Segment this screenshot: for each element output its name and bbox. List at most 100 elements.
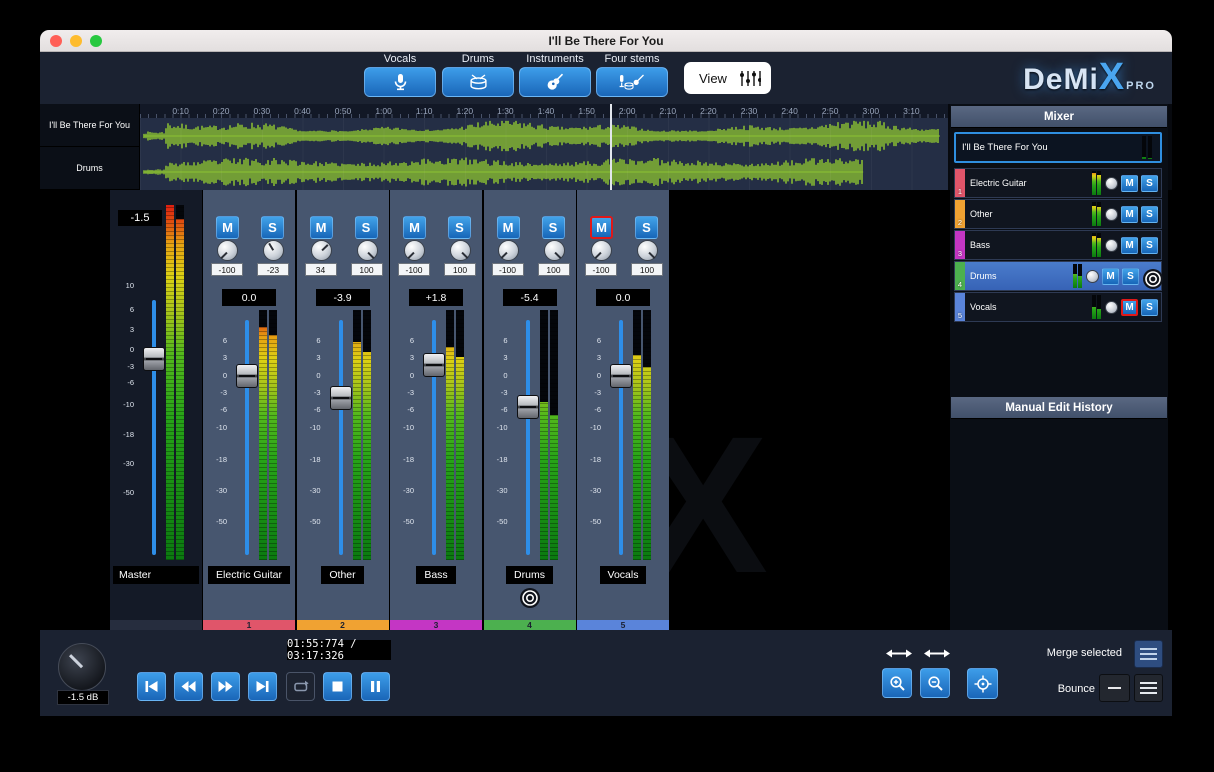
master-fader-track[interactable] xyxy=(152,300,156,555)
channel-gain-readout[interactable]: 0.0 xyxy=(596,289,650,306)
zoom-in-button[interactable] xyxy=(882,668,912,698)
track-pan-knob[interactable] xyxy=(1105,301,1118,314)
minimize-window-button[interactable] xyxy=(70,35,82,47)
channel-fader-track[interactable] xyxy=(339,320,343,555)
channel-gain-readout[interactable]: 0.0 xyxy=(222,289,276,306)
close-window-button[interactable] xyxy=(50,35,62,47)
track-level-meter xyxy=(1092,171,1096,195)
playhead[interactable] xyxy=(610,104,612,190)
timeline-track-name-song[interactable]: I'll Be There For You xyxy=(40,104,140,147)
skip-to-start-button[interactable] xyxy=(137,672,166,701)
mute-button[interactable]: M xyxy=(590,216,613,239)
panel-master-row[interactable]: I'll Be There For You xyxy=(954,132,1162,163)
fader-scale-label: 3 xyxy=(110,325,134,334)
mute-button[interactable]: M xyxy=(216,216,239,239)
bounce-remove-button[interactable] xyxy=(1099,674,1130,702)
track-pan-knob[interactable] xyxy=(1105,239,1118,252)
master-gain-readout[interactable]: -1.5 xyxy=(118,210,162,226)
drums-icon xyxy=(469,74,488,91)
channel-fader-handle[interactable] xyxy=(330,386,352,410)
focus-target-icon[interactable] xyxy=(519,587,541,609)
track-solo-button[interactable]: S xyxy=(1141,299,1158,316)
panel-track-row-bass[interactable]: 3BassMS xyxy=(954,230,1162,260)
master-volume-knob[interactable] xyxy=(58,643,106,691)
track-mute-button[interactable]: M xyxy=(1121,175,1138,192)
track-mute-button[interactable]: M xyxy=(1121,237,1138,254)
pan-knob[interactable] xyxy=(404,240,425,261)
time-ruler[interactable]: 0:100:200:300:400:501:001:101:201:301:40… xyxy=(140,104,948,118)
track-pan-knob[interactable] xyxy=(1105,208,1118,221)
mute-button[interactable]: M xyxy=(310,216,333,239)
channel-fader-handle[interactable] xyxy=(423,353,445,377)
rewind-button[interactable] xyxy=(174,672,203,701)
skip-to-end-button[interactable] xyxy=(248,672,277,701)
track-pan-knob[interactable] xyxy=(1105,177,1118,190)
width-knob[interactable] xyxy=(544,240,565,261)
panel-master-name: I'll Be There For You xyxy=(956,142,1142,153)
width-knob[interactable] xyxy=(450,240,471,261)
channel-fader-track[interactable] xyxy=(619,320,623,555)
solo-button[interactable]: S xyxy=(448,216,471,239)
track-solo-button[interactable]: S xyxy=(1141,175,1158,192)
level-meter xyxy=(166,205,174,560)
pause-button[interactable] xyxy=(361,672,390,701)
solo-button[interactable]: S xyxy=(355,216,378,239)
channel-fader-handle[interactable] xyxy=(610,364,632,388)
panel-track-row-vocals[interactable]: 5VocalsMS xyxy=(954,292,1162,322)
stop-button[interactable] xyxy=(323,672,352,701)
bounce-options-button[interactable] xyxy=(1134,674,1163,702)
track-level-meter-fill xyxy=(1078,276,1082,288)
track-mute-button[interactable]: M xyxy=(1102,268,1119,285)
panel-track-row-electric-guitar[interactable]: 1Electric GuitarMS xyxy=(954,168,1162,198)
waveform-track-drums[interactable] xyxy=(140,154,948,191)
mute-button[interactable]: M xyxy=(403,216,426,239)
pan-knob[interactable] xyxy=(311,240,332,261)
track-focus-target-icon[interactable] xyxy=(1142,268,1159,285)
four-stems-button[interactable] xyxy=(596,67,668,97)
mute-button[interactable]: M xyxy=(497,216,520,239)
width-knob[interactable] xyxy=(263,240,284,261)
channel-gain-readout[interactable]: -3.9 xyxy=(316,289,370,306)
solo-button[interactable]: S xyxy=(635,216,658,239)
waveform-track-song[interactable] xyxy=(140,118,948,155)
channel-fader-track[interactable] xyxy=(526,320,530,555)
panel-track-row-drums[interactable]: 4DrumsMS xyxy=(954,261,1162,291)
loop-button[interactable] xyxy=(286,672,315,701)
track-pan-knob[interactable] xyxy=(1086,270,1099,283)
track-solo-button[interactable]: S xyxy=(1141,206,1158,223)
track-solo-button[interactable]: S xyxy=(1141,237,1158,254)
pan-knob[interactable] xyxy=(217,240,238,261)
knob-value-readout: -100 xyxy=(585,263,617,276)
fader-scale-label: 3 xyxy=(390,353,414,362)
channel-gain-readout[interactable]: -5.4 xyxy=(503,289,557,306)
vocals-stem-button[interactable] xyxy=(364,67,436,97)
track-mute-button[interactable]: M xyxy=(1121,299,1138,316)
merge-options-button[interactable] xyxy=(1134,640,1163,668)
channel-fader-handle[interactable] xyxy=(236,364,258,388)
track-mute-button[interactable]: M xyxy=(1121,206,1138,223)
time-display: 01:55:774 / 03:17:326 xyxy=(287,640,391,660)
loop-icon xyxy=(293,679,309,694)
drums-stem-button[interactable] xyxy=(442,67,514,97)
solo-button[interactable]: S xyxy=(542,216,565,239)
master-fader-handle[interactable] xyxy=(143,347,165,371)
channel-fader-track[interactable] xyxy=(245,320,249,555)
fader-scale-label: -18 xyxy=(390,455,414,464)
instruments-stem-button[interactable] xyxy=(519,67,591,97)
zoom-out-button[interactable] xyxy=(920,668,950,698)
panel-track-row-other[interactable]: 2OtherMS xyxy=(954,199,1162,229)
fast-forward-button[interactable] xyxy=(211,672,240,701)
solo-button[interactable]: S xyxy=(261,216,284,239)
channel-gain-readout[interactable]: +1.8 xyxy=(409,289,463,306)
zoom-window-button[interactable] xyxy=(90,35,102,47)
view-button[interactable]: View xyxy=(684,62,771,94)
fader-scale-label: -30 xyxy=(110,459,134,468)
pan-knob[interactable] xyxy=(498,240,519,261)
track-solo-button[interactable]: S xyxy=(1122,268,1139,285)
timeline-track-name-drums[interactable]: Drums xyxy=(40,147,140,190)
channel-fader-handle[interactable] xyxy=(517,395,539,419)
pan-knob[interactable] xyxy=(591,240,612,261)
width-knob[interactable] xyxy=(357,240,378,261)
width-knob[interactable] xyxy=(637,240,658,261)
rewind-icon xyxy=(181,679,196,694)
